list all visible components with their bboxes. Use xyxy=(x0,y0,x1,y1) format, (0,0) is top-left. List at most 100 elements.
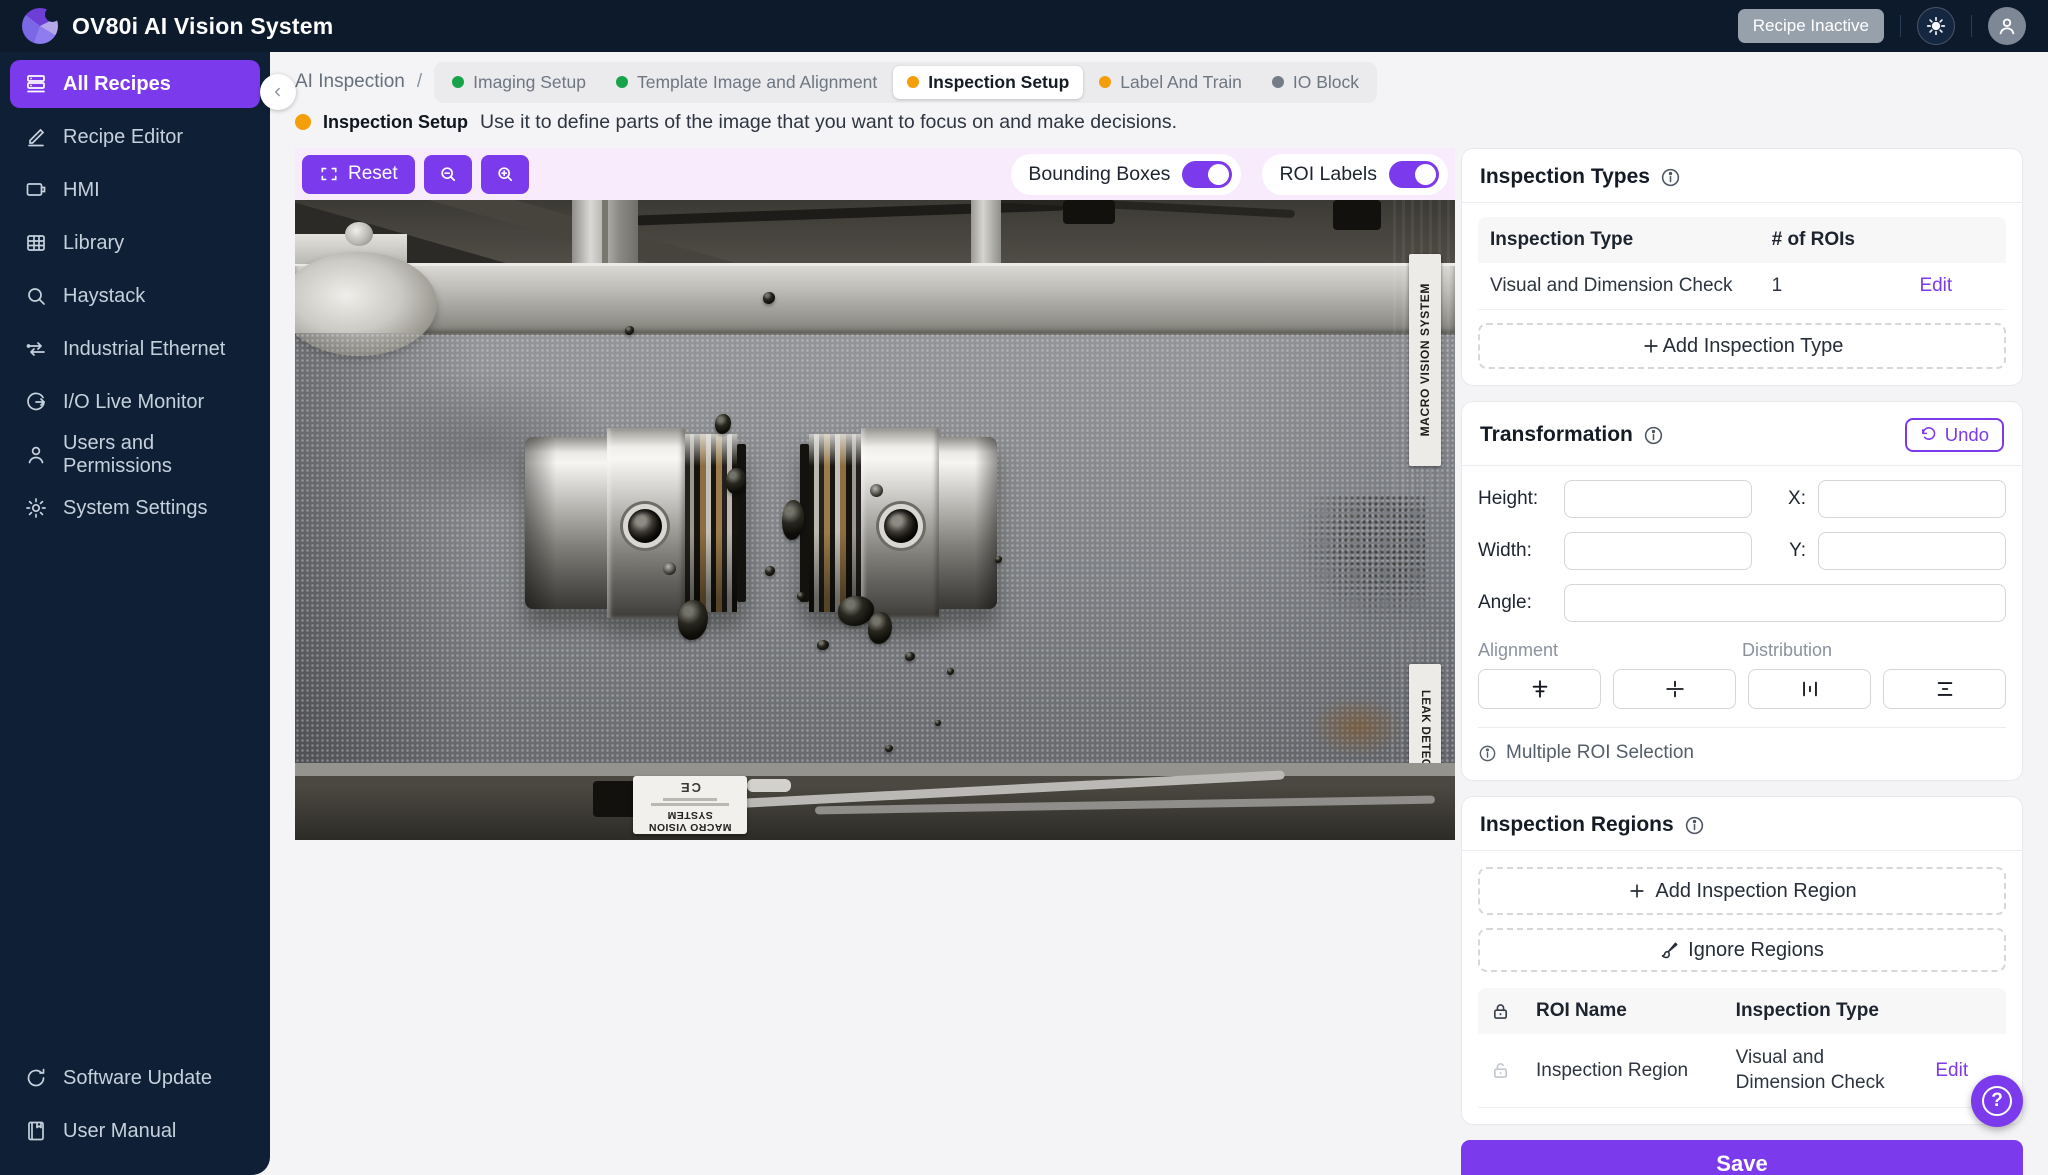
sidebar-item-io-live-monitor[interactable]: I/O Live Monitor xyxy=(10,378,260,426)
table-row: Visual and Dimension Check 1 Edit xyxy=(1478,263,2006,310)
ce-mark: CE xyxy=(679,780,701,795)
undo-button[interactable]: Undo xyxy=(1905,418,2004,452)
roi-labels-switch[interactable] xyxy=(1389,161,1439,188)
chevron-left-icon xyxy=(271,85,285,99)
conveyor-rail xyxy=(295,263,1455,335)
zoom-out-icon xyxy=(438,164,458,184)
sidebar: All Recipes Recipe Editor HMI Library Ha… xyxy=(0,52,270,1175)
switch-knob xyxy=(1208,164,1229,185)
lock-open-icon[interactable] xyxy=(1490,1060,1511,1081)
transformation-title: Transformation xyxy=(1480,423,1633,447)
info-icon[interactable] xyxy=(1660,167,1681,188)
reset-corners-icon xyxy=(319,164,339,184)
sidebar-item-industrial-ethernet[interactable]: Industrial Ethernet xyxy=(10,325,260,373)
reset-view-button[interactable]: Reset xyxy=(302,155,415,194)
distribute-horizontal-button[interactable] xyxy=(1748,669,1871,709)
angle-label: Angle: xyxy=(1478,592,1552,614)
sidebar-item-recipe-editor[interactable]: Recipe Editor xyxy=(10,113,260,161)
step-status-dot xyxy=(452,76,464,88)
distribute-vertical-button[interactable] xyxy=(1883,669,2006,709)
recipes-list-icon xyxy=(24,72,48,96)
transformation-card: Transformation Undo Height: X: xyxy=(1461,401,2023,781)
step-label-and-train[interactable]: Label And Train xyxy=(1085,66,1256,99)
edit-inspection-type-link[interactable]: Edit xyxy=(1919,275,1952,297)
zoom-in-button[interactable] xyxy=(481,155,529,194)
roi-name: Inspection Region xyxy=(1524,1034,1724,1107)
app-header: OV80i AI Vision System Recipe Inactive xyxy=(0,0,2048,52)
avatar[interactable] xyxy=(1988,7,2026,45)
inspection-regions-card: Inspection Regions Add Inspection Region… xyxy=(1461,796,2023,1125)
distribute-horizontal-icon xyxy=(1799,678,1821,700)
step-inspection-setup[interactable]: Inspection Setup xyxy=(893,66,1083,99)
step-status-dot xyxy=(1272,76,1284,88)
part-bore-hole xyxy=(623,504,667,548)
sidebar-item-system-settings[interactable]: System Settings xyxy=(10,484,260,532)
breadcrumb-section[interactable]: AI Inspection xyxy=(295,71,405,93)
x-input[interactable] xyxy=(1818,480,2006,518)
inspection-regions-table-header: ROI Name Inspection Type xyxy=(1478,988,2006,1034)
lock-closed-icon[interactable] xyxy=(1490,1001,1511,1022)
inspection-camera-image[interactable]: MACRO VISION SYSTEM LEAK DETECTION MACRO… xyxy=(295,200,1455,840)
equipment-nameplate: MACRO VISION SYSTEM CE xyxy=(633,776,747,834)
sidebar-item-all-recipes[interactable]: All Recipes xyxy=(10,60,260,108)
distribute-vertical-icon xyxy=(1934,678,1956,700)
add-inspection-region-button[interactable]: Add Inspection Region xyxy=(1478,867,2006,915)
sidebar-item-hmi[interactable]: HMI xyxy=(10,166,260,214)
ignore-regions-button[interactable]: Ignore Regions xyxy=(1478,928,2006,972)
save-button[interactable]: Save xyxy=(1461,1140,2023,1175)
header-divider xyxy=(1971,15,1972,37)
roi-inspection-type: Visual and Dimension Check xyxy=(1724,1034,1924,1107)
width-input[interactable] xyxy=(1564,532,1752,570)
roi-count: 1 xyxy=(1760,263,1908,309)
sidebar-item-haystack[interactable]: Haystack xyxy=(10,272,260,320)
sidebar-item-user-manual[interactable]: User Manual xyxy=(10,1107,260,1155)
y-input[interactable] xyxy=(1818,532,2006,570)
switch-knob xyxy=(1415,164,1436,185)
workflow-stepper: Imaging Setup Template Image and Alignme… xyxy=(434,62,1377,103)
edit-region-link[interactable]: Edit xyxy=(1935,1060,1968,1082)
alignment-label: Alignment xyxy=(1478,640,1742,661)
step-info-title: Inspection Setup xyxy=(323,112,468,133)
align-horizontal-center-icon xyxy=(1529,678,1551,700)
sidebar-item-software-update[interactable]: Software Update xyxy=(10,1054,260,1102)
app-logo-icon xyxy=(22,8,58,44)
step-io-block[interactable]: IO Block xyxy=(1258,66,1373,99)
bounding-boxes-switch[interactable] xyxy=(1182,161,1232,188)
question-mark-icon: ? xyxy=(1982,1086,2012,1116)
inspection-types-card: Inspection Types Inspection Type # of RO… xyxy=(1461,148,2023,386)
sidebar-item-library[interactable]: Library xyxy=(10,219,260,267)
step-imaging-setup[interactable]: Imaging Setup xyxy=(438,66,600,99)
step-info: Inspection Setup Use it to define parts … xyxy=(295,104,2023,140)
theme-toggle-button[interactable] xyxy=(1917,7,1955,45)
plus-icon xyxy=(1627,881,1647,901)
part-bore-hole xyxy=(879,504,923,548)
zoom-out-button[interactable] xyxy=(424,155,472,194)
angle-input[interactable] xyxy=(1564,584,2006,622)
info-icon[interactable] xyxy=(1643,425,1664,446)
step-status-dot xyxy=(1099,76,1111,88)
sidebar-collapse-button[interactable] xyxy=(260,74,296,110)
book-icon xyxy=(24,1119,48,1143)
photo-bottom-frame: MACRO VISION SYSTEM CE xyxy=(295,763,1455,840)
add-inspection-type-button[interactable]: Add Inspection Type xyxy=(1478,323,2006,369)
align-horizontal-center-button[interactable] xyxy=(1478,669,1601,709)
help-button[interactable]: ? xyxy=(1971,1075,2023,1127)
refresh-icon xyxy=(24,1066,48,1090)
inspection-side-panel: Inspection Types Inspection Type # of RO… xyxy=(1461,148,2023,1175)
breadcrumb: AI Inspection / Imaging Setup Template I… xyxy=(295,52,2023,102)
table-row: Inspection Region Visual and Dimension C… xyxy=(1478,1034,2006,1108)
info-icon[interactable] xyxy=(1684,815,1705,836)
inspection-type-name: Visual and Dimension Check xyxy=(1478,263,1760,309)
step-info-dot xyxy=(295,114,311,130)
height-input[interactable] xyxy=(1564,480,1752,518)
align-vertical-center-icon xyxy=(1664,678,1686,700)
step-status-dot xyxy=(907,76,919,88)
align-vertical-center-button[interactable] xyxy=(1613,669,1736,709)
zoom-in-icon xyxy=(495,164,515,184)
step-template-image-alignment[interactable]: Template Image and Alignment xyxy=(602,66,891,99)
pencil-icon xyxy=(24,125,48,149)
grid-icon xyxy=(24,231,48,255)
canvas-toolbar: Reset Bounding Boxes ROI Labels xyxy=(295,148,1455,200)
sidebar-item-users-permissions[interactable]: Users and Permissions xyxy=(10,431,260,479)
inspected-part-right xyxy=(800,428,997,618)
